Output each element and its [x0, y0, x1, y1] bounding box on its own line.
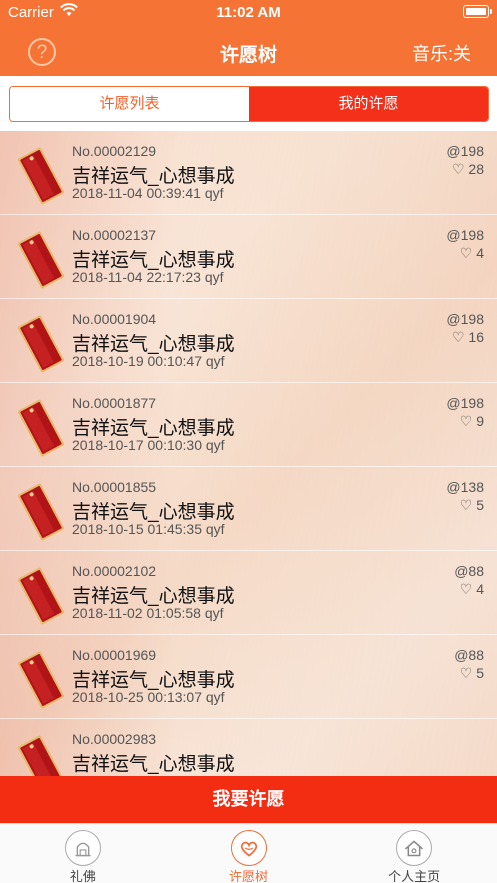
- wish-row[interactable]: No.00001969 吉祥运气_心想事成 2018-10-25 00:13:07 …: [0, 635, 497, 719]
- wish-meta: 2018-11-04 00:39:41 qyf: [72, 185, 224, 201]
- wish-likes[interactable]: ♡ 5: [460, 497, 484, 514]
- segmented-control: 许愿列表 我的许愿: [9, 86, 489, 122]
- wish-title: 吉祥运气_心想事成: [72, 502, 235, 523]
- tab-wish-list[interactable]: 许愿列表: [10, 87, 249, 121]
- wish-title: 吉祥运气_心想事成: [72, 670, 235, 691]
- wish-row[interactable]: No.00001855 吉祥运气_心想事成 2018-10-15 01:45:35 …: [0, 467, 497, 551]
- tab-profile[interactable]: 个人主页: [331, 824, 497, 883]
- wish-meta: 2018-10-19 00:10:47 qyf: [72, 353, 225, 369]
- wish-tag-icon: [18, 483, 64, 541]
- wish-coins: @198: [446, 143, 484, 159]
- wish-title: 吉祥运气_心想事成: [72, 334, 235, 355]
- status-bar: Carrier 11:02 AM: [0, 0, 497, 26]
- wish-title: 吉祥运气_心想事成: [72, 250, 235, 271]
- wish-list[interactable]: No.00002129 吉祥运气_心想事成 2018-11-04 00:39:41 …: [0, 131, 497, 776]
- tab-worship[interactable]: 礼佛: [0, 824, 166, 883]
- wish-tag-icon: [18, 567, 64, 625]
- wish-tag-icon: [18, 231, 64, 289]
- wish-row[interactable]: No.00002102 吉祥运气_心想事成 2018-11-02 01:05:58 …: [0, 551, 497, 635]
- wish-meta: 2018-10-17 00:10:30 qyf: [72, 437, 225, 453]
- wish-number: No.00001904: [72, 311, 157, 327]
- make-wish-button[interactable]: 我要许愿: [0, 776, 497, 823]
- wish-title: 吉祥运气_心想事成: [72, 418, 235, 439]
- tab-label: 许愿树: [229, 869, 269, 883]
- wish-likes[interactable]: ♡ 4: [460, 581, 484, 598]
- wish-row[interactable]: No.00001904 吉祥运气_心想事成 2018-10-19 00:10:47 …: [0, 299, 497, 383]
- wish-number: No.00001855: [72, 479, 157, 495]
- wish-likes[interactable]: ♡ 4: [460, 245, 484, 262]
- wish-number: No.00002983: [72, 731, 157, 747]
- temple-icon: [64, 830, 101, 866]
- tab-wish-tree[interactable]: 许愿树: [166, 824, 332, 883]
- wish-coins: @198: [446, 311, 484, 327]
- wish-row[interactable]: No.00002137 吉祥运气_心想事成 2018-11-04 22:17:23 …: [0, 215, 497, 299]
- wish-likes[interactable]: ♡ 28: [452, 161, 484, 178]
- music-toggle[interactable]: 音乐:关: [412, 40, 471, 66]
- wish-title: 吉祥运气_心想事成: [72, 754, 235, 775]
- wish-tag-icon: [18, 735, 64, 776]
- nav-bar: ? 许愿树 音乐:关: [0, 26, 497, 76]
- tab-label: 礼佛: [69, 869, 96, 883]
- wish-tag-icon: [18, 399, 64, 457]
- wish-number: No.00002102: [72, 563, 157, 579]
- wish-likes[interactable]: ♡ 16: [452, 329, 484, 346]
- wish-row[interactable]: No.00002129 吉祥运气_心想事成 2018-11-04 00:39:41 …: [0, 131, 497, 215]
- wish-meta: 2018-11-02 01:05:58 qyf: [72, 605, 224, 621]
- tab-my-wishes[interactable]: 我的许愿: [249, 87, 488, 121]
- tab-bar: 礼佛 许愿树 个人主页: [0, 823, 497, 883]
- wish-coins: @88: [454, 563, 484, 579]
- wish-tag-icon: [18, 315, 64, 373]
- wish-row[interactable]: No.00001877 吉祥运气_心想事成 2018-10-17 00:10:30 …: [0, 383, 497, 467]
- wish-number: No.00001969: [72, 647, 157, 663]
- wish-row[interactable]: No.00002983 吉祥运气_心想事成: [0, 719, 497, 776]
- wish-coins: @198: [446, 227, 484, 243]
- house-icon: [396, 830, 433, 866]
- wish-likes[interactable]: ♡ 9: [460, 413, 484, 430]
- wish-meta: 2018-11-04 22:17:23 qyf: [72, 269, 224, 285]
- wish-tag-icon: [18, 147, 64, 205]
- wish-meta: 2018-10-15 01:45:35 qyf: [72, 521, 225, 537]
- wish-coins: @138: [446, 479, 484, 495]
- wish-number: No.00002129: [72, 143, 157, 159]
- top-bar: Carrier 11:02 AM ? 许愿树 音乐:关: [0, 0, 497, 76]
- wish-title: 吉祥运气_心想事成: [72, 586, 235, 607]
- wish-number: No.00001877: [72, 395, 157, 411]
- heart-icon: [230, 830, 267, 866]
- wish-tag-icon: [18, 651, 64, 709]
- wish-number: No.00002137: [72, 227, 157, 243]
- wish-likes[interactable]: ♡ 5: [460, 665, 484, 682]
- wish-meta: 2018-10-25 00:13:07 qyf: [72, 689, 225, 705]
- battery-icon: [463, 5, 492, 18]
- clock: 11:02 AM: [216, 4, 281, 21]
- tab-label: 个人主页: [388, 869, 441, 883]
- wish-coins: @198: [446, 395, 484, 411]
- wish-title: 吉祥运气_心想事成: [72, 166, 235, 187]
- wish-coins: @88: [454, 647, 484, 663]
